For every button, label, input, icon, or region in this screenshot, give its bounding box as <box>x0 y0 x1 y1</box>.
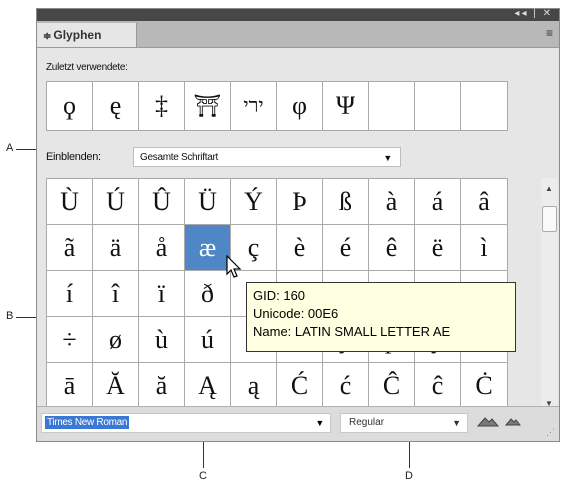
scroll-up-icon[interactable]: ▲ <box>541 184 557 193</box>
glyph-cell[interactable]: ë <box>415 225 461 271</box>
font-style-value: Regular <box>349 417 385 428</box>
glyph-cell[interactable]: ą <box>231 363 277 409</box>
glyph-cell[interactable]: Û <box>139 179 185 225</box>
glyph-cell[interactable]: ê <box>369 225 415 271</box>
glyph-grid-scrollbar[interactable]: ▲ ▼ <box>541 178 557 410</box>
glyph-cell[interactable]: ä <box>93 225 139 271</box>
callout-d-line <box>409 440 410 468</box>
font-family-field[interactable]: Times New Roman ▼ <box>41 413 331 433</box>
recent-glyph-cell[interactable] <box>415 82 461 130</box>
recent-label: Zuletzt verwendete: <box>46 62 128 73</box>
glyph-cell[interactable]: â <box>461 179 507 225</box>
glyph-cell[interactable]: ù <box>139 317 185 363</box>
glyph-cell[interactable]: Ą <box>185 363 231 409</box>
callout-c-line <box>203 440 204 468</box>
glyph-cell-selected[interactable]: æ <box>185 225 231 271</box>
glyph-cell[interactable]: î <box>93 271 139 317</box>
scroll-thumb[interactable] <box>542 206 557 232</box>
glyph-cell[interactable]: í <box>47 271 93 317</box>
resize-grip-icon[interactable]: ⋰ <box>546 427 555 438</box>
tooltip-name: Name: LATIN SMALL LETTER AE <box>253 324 451 339</box>
glyph-cell[interactable]: é <box>323 225 369 271</box>
recent-glyph-cell[interactable]: ‡ <box>139 82 185 130</box>
recent-glyph-cell[interactable]: ירי <box>231 82 277 130</box>
glyph-cell[interactable]: Ù <box>47 179 93 225</box>
tab-expand-icon[interactable]: ≑ <box>43 31 51 42</box>
glyph-cell[interactable]: Ü <box>185 179 231 225</box>
glyph-cell[interactable]: ð <box>185 271 231 317</box>
font-style-field[interactable]: Regular ▼ <box>340 413 468 433</box>
glyph-cell[interactable]: ÷ <box>47 317 93 363</box>
glyph-cell[interactable]: è <box>277 225 323 271</box>
recent-glyph-cell[interactable]: φ <box>277 82 323 130</box>
font-family-value[interactable]: Times New Roman <box>45 416 130 429</box>
tab-glyphs[interactable]: ≑ Glyphen <box>37 23 137 47</box>
recent-glyph-cell[interactable] <box>369 82 415 130</box>
panel-tab-bar: ≑ Glyphen ≡ <box>37 21 559 48</box>
panel-menu-icon[interactable]: ≡ <box>546 26 553 40</box>
panel-window-controls[interactable]: ◂◂ | ✕ <box>514 8 553 19</box>
chevron-down-icon[interactable]: ▼ <box>383 148 392 168</box>
glyph-cell[interactable]: à <box>369 179 415 225</box>
panel-title-bar: ◂◂ | ✕ <box>37 8 559 21</box>
zoom-in-mountain-icon[interactable] <box>505 416 521 426</box>
glyph-cell[interactable]: å <box>139 225 185 271</box>
recent-glyph-cell[interactable]: ϙ <box>47 82 93 130</box>
glyph-cell[interactable]: Ă <box>93 363 139 409</box>
recent-glyphs-grid: ϙ ę ‡ ⛩ ירי φ Ψ <box>46 81 508 131</box>
glyph-cell[interactable]: ć <box>323 363 369 409</box>
glyph-cell[interactable]: ā <box>47 363 93 409</box>
callout-d-label: D <box>405 470 413 482</box>
callout-b-label: B <box>6 310 14 322</box>
glyph-tooltip: GID: 160 Unicode: 00E6 Name: LATIN SMALL… <box>246 282 516 352</box>
tooltip-gid: GID: 160 <box>253 288 306 303</box>
glyph-cell[interactable]: ă <box>139 363 185 409</box>
glyph-cell[interactable]: Þ <box>277 179 323 225</box>
tooltip-unicode: Unicode: 00E6 <box>253 306 339 321</box>
glyph-cell[interactable]: ø <box>93 317 139 363</box>
recent-glyph-cell[interactable]: ⛩ <box>185 82 231 130</box>
tab-glyphs-label: Glyphen <box>53 28 102 42</box>
glyph-cell[interactable]: Ċ <box>461 363 507 409</box>
glyph-cell[interactable]: Ý <box>231 179 277 225</box>
glyph-cell[interactable]: ã <box>47 225 93 271</box>
glyph-cell[interactable]: Ć <box>277 363 323 409</box>
glyph-cell[interactable]: ß <box>323 179 369 225</box>
recent-glyph-cell[interactable] <box>461 82 507 130</box>
mouse-cursor-icon <box>226 255 242 278</box>
glyph-cell[interactable]: ì <box>461 225 507 271</box>
font-selection-bar: Times New Roman ▼ Regular ▼ ⋰ <box>37 406 559 441</box>
glyph-cell[interactable]: á <box>415 179 461 225</box>
show-select-value: Gesamte Schriftart <box>140 152 218 163</box>
glyph-cell[interactable]: Ú <box>93 179 139 225</box>
recent-glyph-cell[interactable]: Ψ <box>323 82 369 130</box>
chevron-down-icon[interactable]: ▼ <box>315 414 324 432</box>
callout-a-label: A <box>6 142 14 154</box>
chevron-down-icon[interactable]: ▼ <box>452 414 461 432</box>
show-select[interactable]: Gesamte Schriftart ▼ <box>133 147 401 167</box>
zoom-out-mountain-icon[interactable] <box>477 414 499 428</box>
glyphs-panel: ◂◂ | ✕ ≑ Glyphen ≡ Zuletzt verwendete: ϙ … <box>36 8 560 442</box>
show-label: Einblenden: <box>46 151 101 163</box>
glyph-cell[interactable]: ú <box>185 317 231 363</box>
glyph-cell[interactable]: Ĉ <box>369 363 415 409</box>
recent-glyph-cell[interactable]: ę <box>93 82 139 130</box>
glyph-cell[interactable]: ĉ <box>415 363 461 409</box>
callout-c-label: C <box>199 470 207 482</box>
glyph-cell[interactable]: ï <box>139 271 185 317</box>
